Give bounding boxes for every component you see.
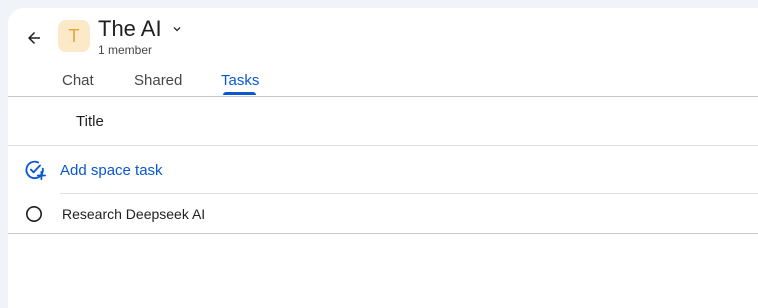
tab-bar: Chat Shared Tasks xyxy=(8,70,758,97)
space-panel: T The AI 1 member Chat Shared Tasks Titl… xyxy=(8,8,758,308)
space-title-menu[interactable]: The AI xyxy=(98,16,184,42)
task-row: Research Deepseek AI xyxy=(8,194,758,234)
arrow-back-icon xyxy=(28,32,40,44)
tab-chat[interactable]: Chat xyxy=(62,72,94,89)
task-column-header: Title xyxy=(8,97,758,146)
tab-tasks[interactable]: Tasks xyxy=(221,72,259,89)
task-title[interactable]: Research Deepseek AI xyxy=(62,206,205,222)
add-space-task-button[interactable]: Add space task xyxy=(8,146,758,193)
column-title: Title xyxy=(76,113,104,130)
member-count: 1 member xyxy=(98,43,153,57)
add-task-icon xyxy=(25,160,46,181)
space-title: The AI xyxy=(98,16,162,41)
active-tab-indicator xyxy=(223,92,256,95)
back-button[interactable] xyxy=(22,26,46,50)
task-checkbox-circle-icon[interactable] xyxy=(25,205,43,223)
add-space-task-label: Add space task xyxy=(60,162,163,179)
tab-shared[interactable]: Shared xyxy=(134,72,182,89)
space-avatar: T xyxy=(58,20,90,52)
chevron-down-icon xyxy=(173,27,181,32)
